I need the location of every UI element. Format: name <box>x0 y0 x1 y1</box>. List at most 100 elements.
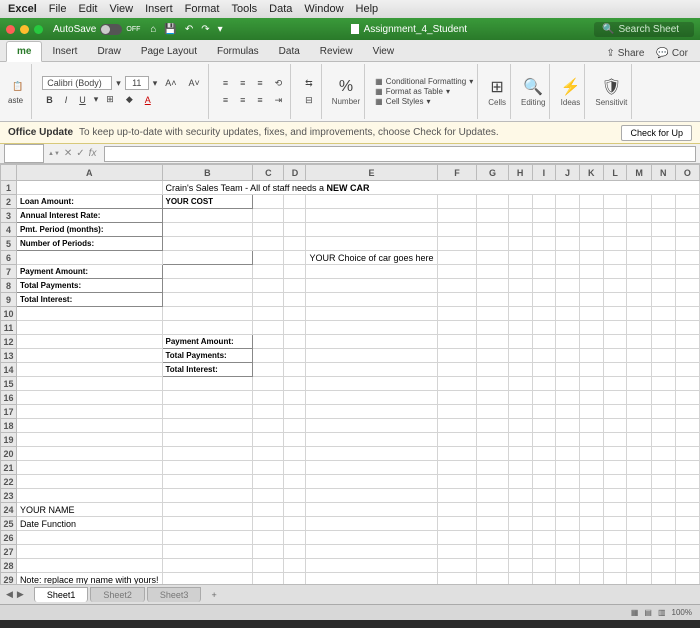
cell-I4[interactable] <box>532 223 556 237</box>
redo-icon[interactable]: ↷ <box>201 24 209 35</box>
cell-C5[interactable] <box>253 237 284 251</box>
cell-D6[interactable] <box>284 251 306 265</box>
cell-E4[interactable] <box>306 223 437 237</box>
cell-I27[interactable] <box>532 545 556 559</box>
zoom-level[interactable]: 100% <box>672 608 692 617</box>
cell-I22[interactable] <box>532 475 556 489</box>
cell-E16[interactable] <box>306 391 437 405</box>
cell-F18[interactable] <box>437 419 477 433</box>
cell-G20[interactable] <box>477 447 508 461</box>
cell-I13[interactable] <box>532 349 556 363</box>
cell-I18[interactable] <box>532 419 556 433</box>
cell-O6[interactable] <box>675 251 699 265</box>
row-header-16[interactable]: 16 <box>1 391 17 405</box>
cell-G7[interactable] <box>477 265 508 279</box>
cell-N27[interactable] <box>651 545 675 559</box>
cell-N20[interactable] <box>651 447 675 461</box>
cell-I15[interactable] <box>532 377 556 391</box>
row-header-15[interactable]: 15 <box>1 377 17 391</box>
cell-O5[interactable] <box>675 237 699 251</box>
col-header-F[interactable]: F <box>437 165 477 181</box>
cell-N29[interactable] <box>651 573 675 585</box>
cell-K7[interactable] <box>579 265 603 279</box>
share-button[interactable]: ⇪Share <box>600 46 650 61</box>
row-header-17[interactable]: 17 <box>1 405 17 419</box>
cell-M26[interactable] <box>627 531 651 545</box>
col-header-N[interactable]: N <box>651 165 675 181</box>
cell-H6[interactable] <box>508 251 532 265</box>
cell-E6[interactable]: YOUR Choice of car goes here <box>306 251 437 265</box>
col-header-L[interactable]: L <box>603 165 627 181</box>
cell-D12[interactable] <box>284 335 306 349</box>
cell-N12[interactable] <box>651 335 675 349</box>
cell-O4[interactable] <box>675 223 699 237</box>
cell-F24[interactable] <box>437 503 477 517</box>
cell-J28[interactable] <box>556 559 580 573</box>
cell-E21[interactable] <box>306 461 437 475</box>
tab-home[interactable]: me <box>6 41 42 62</box>
cell-D10[interactable] <box>284 307 306 321</box>
cell-B8[interactable] <box>162 279 253 293</box>
cell-M5[interactable] <box>627 237 651 251</box>
cell-A29[interactable]: Note: replace my name with yours! <box>16 573 162 585</box>
cell-L15[interactable] <box>603 377 627 391</box>
underline-dropdown-icon[interactable]: ▾ <box>94 94 99 105</box>
cell-L11[interactable] <box>603 321 627 335</box>
cell-D20[interactable] <box>284 447 306 461</box>
cell-C19[interactable] <box>253 433 284 447</box>
cell-C27[interactable] <box>253 545 284 559</box>
cell-J10[interactable] <box>556 307 580 321</box>
cell-M24[interactable] <box>627 503 651 517</box>
view-break-icon[interactable]: ▥ <box>658 608 666 617</box>
cell-F10[interactable] <box>437 307 477 321</box>
cell-E8[interactable] <box>306 279 437 293</box>
italic-button[interactable]: I <box>61 93 72 107</box>
menu-file[interactable]: File <box>49 3 67 15</box>
cell-C7[interactable] <box>253 265 284 279</box>
cell-C26[interactable] <box>253 531 284 545</box>
cell-E25[interactable] <box>306 517 437 531</box>
cell-H28[interactable] <box>508 559 532 573</box>
cell-A25[interactable]: Date Function <box>16 517 162 531</box>
cell-J29[interactable] <box>556 573 580 585</box>
cell-C14[interactable] <box>253 363 284 377</box>
select-all-corner[interactable] <box>1 165 17 181</box>
cell-H12[interactable] <box>508 335 532 349</box>
row-header-5[interactable]: 5 <box>1 237 17 251</box>
bold-button[interactable]: B <box>42 93 57 107</box>
col-header-B[interactable]: B <box>162 165 253 181</box>
cell-A17[interactable] <box>16 405 162 419</box>
row-header-8[interactable]: 8 <box>1 279 17 293</box>
cell-J24[interactable] <box>556 503 580 517</box>
cell-E10[interactable] <box>306 307 437 321</box>
cell-G10[interactable] <box>477 307 508 321</box>
cell-M29[interactable] <box>627 573 651 585</box>
cell-L13[interactable] <box>603 349 627 363</box>
row-header-21[interactable]: 21 <box>1 461 17 475</box>
cell-A1[interactable] <box>16 181 162 195</box>
cancel-formula-icon[interactable]: ✕ <box>64 148 72 159</box>
cell-L9[interactable] <box>603 293 627 307</box>
cell-M2[interactable] <box>627 195 651 209</box>
cell-M27[interactable] <box>627 545 651 559</box>
col-header-D[interactable]: D <box>284 165 306 181</box>
cell-E13[interactable] <box>306 349 437 363</box>
cell-B23[interactable] <box>162 489 253 503</box>
cell-B26[interactable] <box>162 531 253 545</box>
cell-H20[interactable] <box>508 447 532 461</box>
cell-O10[interactable] <box>675 307 699 321</box>
cell-B21[interactable] <box>162 461 253 475</box>
format-as-table-button[interactable]: ▦Format as Table ▾ <box>375 87 473 96</box>
cell-D22[interactable] <box>284 475 306 489</box>
cell-D5[interactable] <box>284 237 306 251</box>
cell-D16[interactable] <box>284 391 306 405</box>
cell-G21[interactable] <box>477 461 508 475</box>
col-header-O[interactable]: O <box>675 165 699 181</box>
sheet-tab-2[interactable]: Sheet2 <box>90 587 145 602</box>
align-left-button[interactable]: ≡ <box>219 93 232 107</box>
autosave-toggle[interactable]: AutoSave OFF <box>53 24 140 35</box>
cell-F6[interactable] <box>437 251 477 265</box>
cell-J23[interactable] <box>556 489 580 503</box>
cell-C23[interactable] <box>253 489 284 503</box>
cell-B22[interactable] <box>162 475 253 489</box>
